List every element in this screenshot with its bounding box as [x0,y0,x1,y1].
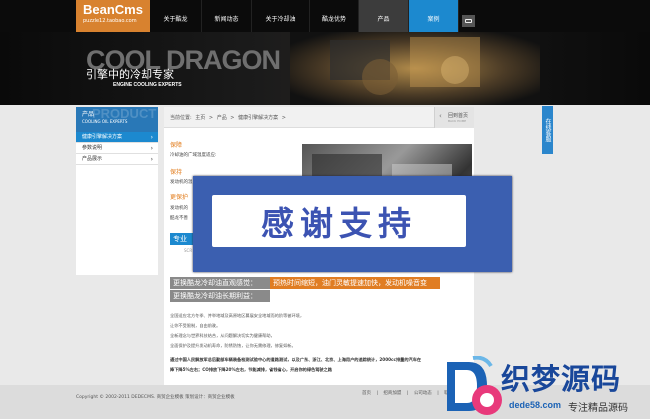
chevron-right-icon: › [150,156,153,163]
paragraph: 全新理念与世界科技结合，从问题解决切实为健康帮助， [170,333,275,338]
nav-advantage[interactable]: 酷龙优势 [310,0,359,32]
sidebar: PRODUCT 产品 COOLING OIL EXPERTS 健康引擎解决方案 … [76,107,158,275]
nav-case[interactable]: 案例 [409,0,459,32]
section-title: 保障 [170,142,183,149]
footer-sep: | [437,391,439,396]
breadcrumb-sep: > [208,115,214,121]
thanks-overlay: 感谢支持 [193,176,512,272]
back-home-label: 回到首页 [448,113,469,119]
thanks-box: 感谢支持 [212,195,466,247]
footer-link-news[interactable]: 公司动态 [414,391,432,396]
dede-logo-icon [447,356,502,415]
footer-link-join[interactable]: 招商加盟 [383,391,401,396]
sidebar-item-solution[interactable]: 健康引擎解决方案 › [76,132,158,143]
arrow-left-icon: ‹ [439,112,442,120]
main-nav: 关于酷龙 新闻动态 关于冷却油 酷龙优势 产品 案例 [150,0,459,32]
online-service-button[interactable]: 在线客服 [542,106,553,154]
logo[interactable]: BeanCms puzzle12.taobao.com [76,0,150,32]
section-title: 更保护 [170,194,189,201]
sidebar-item-params[interactable]: 参数说明 › [76,143,158,154]
sidebar-title: PRODUCT 产品 COOLING OIL EXPERTS [76,107,158,132]
banner: COOL DRAGON 引擎中的冷却专家 ENGINE COOLING EXPE… [0,32,650,105]
banner-slogan: 引擎中的冷却专家 [86,68,174,81]
watermark-text: 织梦源码 [501,362,622,396]
paragraph: 让你不受限制，自由前驶。 [170,323,221,328]
sidebar-item-label: 健康引擎解决方案 [82,134,123,140]
footer-sep: | [376,391,378,396]
footer-link-home[interactable]: 首页 [362,391,371,396]
section-text: 冷却油的广域温度适应: [170,153,217,158]
ghost-code: SCR [184,248,193,253]
advantage-left: 更换酷龙冷却油长期利益： [170,290,270,302]
breadcrumb-label: 当前位置: [170,115,192,121]
watermark-sub: 专注精品源码 [568,403,628,414]
chevron-right-icon: › [150,145,153,152]
section-title: 保持 [170,169,183,176]
watermark-url: dede58.com [509,400,562,410]
section-text: 发动机的温 [170,180,193,185]
footer-sep: | [406,391,409,396]
breadcrumb-product[interactable]: 产品 [217,115,227,121]
paragraph: 降下降5%左右；CO排放下降20%左右，节能减排，省钱省心，开启你的绿色驾驶之路 [170,367,332,372]
breadcrumb-sep: > [230,115,235,121]
chevron-right-icon: › [150,134,153,141]
section-text: 酷龙不善 [170,216,188,221]
back-home-en: BACK HOME [448,119,467,123]
logo-sub: puzzle12.taobao.com [83,18,137,24]
breadcrumb-current[interactable]: 健康引擎解决方案 [238,115,278,121]
breadcrumb-home[interactable]: 主页 [195,115,205,121]
sidebar-title-text: 产品 [82,111,95,118]
advantage-left: 更换酷龙冷却油直观感觉： [170,277,270,289]
sidebar-subtitle: COOLING OIL EXPERTS [82,119,128,124]
breadcrumb-bar: 当前位置: 主页 > 产品 > 健康引擎解决方案 > ‹ 回到首页 BACK H… [164,107,474,128]
nav-cooling-oil[interactable]: 关于冷却油 [252,0,310,32]
advantage-row: 更换酷龙冷却油直观感觉： 预热时间缩短，油门灵敏提速加快，发动机噪音变轻。 [170,277,440,299]
advantage-right: 预热时间缩短，油门灵敏提速加快，发动机噪音变轻。 [270,277,440,299]
sidebar-item-showcase[interactable]: 产品展示 › [76,154,158,165]
watermark: 织梦源码 dede58.com 专注精品源码 [443,356,650,419]
banner-slogan-en: ENGINE COOLING EXPERTS [113,82,182,88]
breadcrumb-sep: > [281,115,286,121]
logo-brand: BeanCms [83,2,143,17]
section-text: 发动机的 [170,206,188,211]
breadcrumb: 当前位置: 主页 > 产品 > 健康引擎解决方案 > [170,114,288,121]
copyright: Copyright © 2002-2011 DEDECMS. 商贸企业模板 策划… [76,395,235,400]
paragraph: 通过中国人民解放军总后勤部车辆装备检测试验中心的道路测试，以及广东、浙江、北京、… [170,357,422,362]
message-icon[interactable] [462,15,475,27]
nav-about[interactable]: 关于酷龙 [150,0,202,32]
sidebar-item-label: 产品展示 [82,156,103,162]
paragraph: 全面保护及提升发动机寿命，防锈防蚀，让你无需修理，修复如新。 [170,343,296,348]
nav-product[interactable]: 产品 [359,0,409,32]
header: BeanCms puzzle12.taobao.com 关于酷龙 新闻动态 关于… [0,0,650,32]
engine-image-icon [290,32,540,105]
sidebar-item-label: 参数说明 [82,145,103,151]
nav-news[interactable]: 新闻动态 [202,0,252,32]
paragraph: 全国适应北方冬季、并举地域及高原地区募展安全地域而的阶等被环境， [170,313,305,318]
thanks-text: 感谢支持 [261,204,417,243]
advantage-row: 更换酷龙冷却油长期利益： [170,290,270,302]
back-home-button[interactable]: ‹ 回到首页 BACK HOME [434,107,474,128]
